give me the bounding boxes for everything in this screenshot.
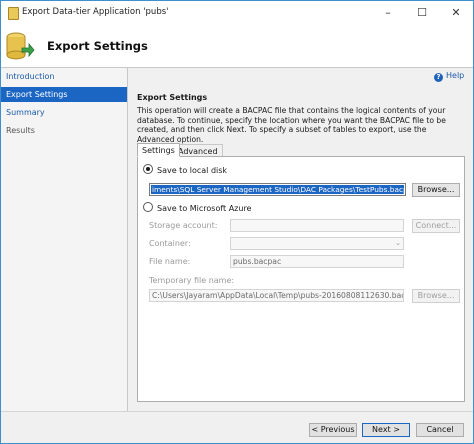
sidebar-item-export-settings[interactable]: Export Settings: [1, 87, 127, 102]
window-title: Export Data-tier Application 'pubs': [22, 7, 169, 17]
wizard-sidebar: Introduction Export Settings Summary Res…: [1, 68, 128, 411]
sidebar-item-summary[interactable]: Summary: [1, 105, 127, 120]
main-content: ? Help Export Settings This operation wil…: [128, 68, 473, 411]
help-label: Help: [446, 71, 465, 80]
temp-file-label: Temporary file name:: [149, 276, 235, 285]
minimize-button[interactable]: –: [371, 1, 405, 25]
help-icon: ?: [434, 73, 443, 82]
tab-settings[interactable]: Settings: [137, 143, 180, 157]
maximize-button[interactable]: ☐: [405, 1, 439, 25]
sidebar-item-introduction[interactable]: Introduction: [1, 69, 127, 84]
wizard-header: Export Settings: [1, 25, 473, 68]
save-azure-option[interactable]: Save to Microsoft Azure: [143, 202, 251, 213]
app-icon: [8, 7, 19, 20]
sidebar-item-results: Results: [6, 126, 35, 135]
database-export-icon: [6, 32, 35, 60]
help-link[interactable]: ? Help: [434, 71, 464, 82]
local-path-input[interactable]: iments\SQL Server Management Studio\DAC …: [149, 183, 406, 196]
cancel-button[interactable]: Cancel: [416, 423, 464, 437]
file-name-input[interactable]: pubs.bacpac: [230, 255, 404, 268]
chevron-down-icon: ⌄: [395, 239, 401, 247]
save-local-radio[interactable]: [143, 164, 153, 174]
local-path-value: iments\SQL Server Management Studio\DAC …: [151, 185, 404, 194]
save-azure-label: Save to Microsoft Azure: [157, 204, 252, 213]
previous-button[interactable]: < Previous: [309, 423, 357, 437]
container-select[interactable]: ⌄: [230, 237, 404, 250]
connect-button[interactable]: Connect...: [412, 219, 460, 233]
next-button[interactable]: Next >: [362, 423, 410, 437]
storage-account-label: Storage account:: [149, 221, 218, 230]
temp-file-input[interactable]: C:\Users\Jayaram\AppData\Local\Temp\pubs…: [149, 289, 404, 302]
storage-account-input[interactable]: [230, 219, 404, 232]
browse-local-button[interactable]: Browse...: [412, 183, 460, 197]
save-azure-radio[interactable]: [143, 202, 153, 212]
save-local-option[interactable]: Save to local disk: [143, 164, 227, 175]
settings-panel: Save to local disk iments\SQL Server Man…: [137, 156, 465, 402]
section-description: This operation will create a BACPAC file…: [137, 106, 446, 144]
page-title: Export Settings: [47, 39, 148, 53]
export-dialog: Export Data-tier Application 'pubs' – ☐ …: [0, 0, 474, 444]
section-title: Export Settings: [137, 93, 208, 102]
browse-temp-button[interactable]: Browse...: [412, 289, 460, 303]
close-button[interactable]: ✕: [439, 1, 473, 25]
container-label: Container:: [149, 239, 191, 248]
file-name-label: File name:: [149, 257, 191, 266]
wizard-footer: < Previous Next > Cancel: [1, 411, 473, 443]
save-local-label: Save to local disk: [157, 166, 228, 175]
title-bar[interactable]: Export Data-tier Application 'pubs' – ☐ …: [1, 1, 473, 25]
